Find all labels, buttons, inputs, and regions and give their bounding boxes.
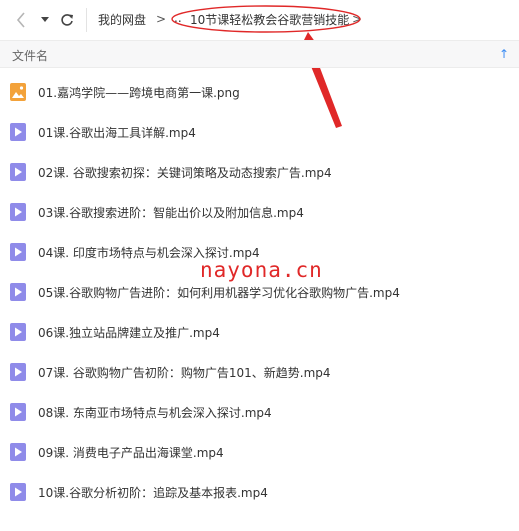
breadcrumb-separator-icon: > [156,12,167,26]
video-file-icon [10,283,26,301]
sort-ascending-icon[interactable]: ↑ [499,47,509,61]
video-file-icon [10,243,26,261]
toolbar: 我的网盘 > .. 10节课轻松教会谷歌营销技能 > [0,0,519,40]
toolbar-divider [86,8,87,32]
file-name: 07课. 谷歌购物广告初阶：购物广告101、新趋势.mp4 [38,366,331,380]
video-file-icon [10,323,26,341]
chevron-left-icon [16,12,25,28]
file-name: 08课. 东南亚市场特点与机会深入探讨.mp4 [38,406,272,420]
breadcrumb-root[interactable]: 我的网盘 [98,11,146,28]
image-file-icon [10,83,26,101]
file-name: 03课.谷歌搜索进阶：智能出价以及附加信息.mp4 [38,206,304,220]
file-name: 06课.独立站品牌建立及推广.mp4 [38,326,220,340]
file-row[interactable]: 01课.谷歌出海工具详解.mp4 [0,112,519,152]
video-file-icon [10,123,26,141]
file-name: 01课.谷歌出海工具详解.mp4 [38,126,196,140]
file-row[interactable]: 03课.谷歌搜索进阶：智能出价以及附加信息.mp4 [0,192,519,232]
back-button[interactable] [12,10,30,30]
file-row[interactable]: 06课.独立站品牌建立及推广.mp4 [0,312,519,352]
file-name: 10课.谷歌分析初阶：追踪及基本报表.mp4 [38,486,268,500]
file-row[interactable]: 02课. 谷歌搜索初探：关键词策略及动态搜索广告.mp4 [0,152,519,192]
file-row[interactable]: 09课. 消费电子产品出海课堂.mp4 [0,432,519,472]
refresh-button[interactable] [58,10,76,30]
file-name: 05课.谷歌购物广告进阶：如何利用机器学习优化谷歌购物广告.mp4 [38,286,400,300]
video-file-icon [10,203,26,221]
refresh-icon [61,14,73,26]
video-file-icon [10,403,26,421]
file-list-header: 文件名 ↑ [0,40,519,68]
video-file-icon [10,363,26,381]
video-file-icon [10,443,26,461]
video-file-icon [10,163,26,181]
file-row[interactable]: 07课. 谷歌购物广告初阶：购物广告101、新趋势.mp4 [0,352,519,392]
column-header-filename[interactable]: 文件名 [12,47,48,64]
caret-down-icon [41,17,49,22]
video-file-icon [10,483,26,501]
file-row[interactable]: 01.嘉鸿学院——跨境电商第一课.png [0,72,519,112]
file-name: 02课. 谷歌搜索初探：关键词策略及动态搜索广告.mp4 [38,166,332,180]
watermark-text: nayona.cn [200,258,323,282]
file-name: 01.嘉鸿学院——跨境电商第一课.png [38,86,240,100]
history-dropdown-button[interactable] [38,10,52,30]
file-row[interactable]: 10课.谷歌分析初阶：追踪及基本报表.mp4 [0,472,519,512]
file-name: 09课. 消费电子产品出海课堂.mp4 [38,446,224,460]
file-row[interactable]: 08课. 东南亚市场特点与机会深入探讨.mp4 [0,392,519,432]
